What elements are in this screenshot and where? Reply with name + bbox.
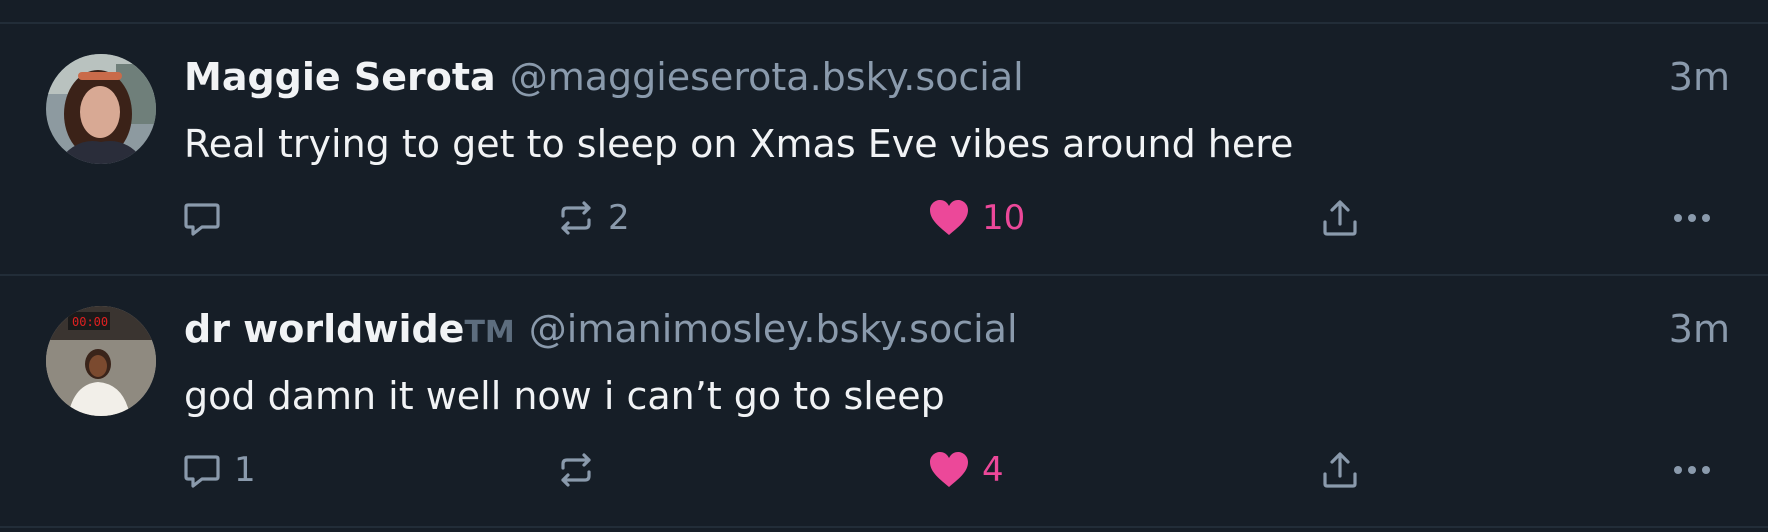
author-handle[interactable]: @imanimosley.bsky.social: [529, 307, 1018, 351]
repost-count: 2: [608, 198, 630, 238]
avatar-photo-icon: 00:00: [46, 306, 156, 416]
like-button[interactable]: 4: [928, 446, 1004, 494]
post-item[interactable]: 00:00 dr worldwideTM @imanimosley.bsky.so…: [0, 276, 1768, 526]
heart-icon: [930, 452, 968, 487]
avatar-photo-icon: [46, 54, 156, 164]
reply-button[interactable]: [182, 194, 234, 242]
post-feed: Maggie Serota @maggieserota.bsky.social 3…: [0, 0, 1768, 532]
more-options-button[interactable]: [1670, 446, 1714, 494]
author-display-name[interactable]: Maggie Serota: [184, 55, 496, 99]
author-name-suffix: TM: [464, 315, 515, 350]
share-upload-icon: [1323, 452, 1357, 488]
post-header: dr worldwideTM @imanimosley.bsky.social: [184, 304, 1018, 354]
speech-bubble-icon: [184, 203, 220, 236]
avatar[interactable]: 00:00: [46, 306, 156, 416]
post-timestamp[interactable]: 3m: [1669, 304, 1730, 354]
ellipsis-icon: [1674, 214, 1710, 222]
svg-text:00:00: 00:00: [72, 315, 108, 329]
feed-divider: [0, 526, 1768, 528]
like-button[interactable]: 10: [928, 194, 1025, 242]
repost-arrows-icon: [561, 453, 591, 487]
like-count: 10: [982, 198, 1026, 238]
author-handle[interactable]: @maggieserota.bsky.social: [510, 55, 1024, 99]
repost-button[interactable]: [556, 446, 608, 494]
share-button[interactable]: [1320, 446, 1360, 494]
reply-count: 1: [234, 450, 256, 490]
repost-arrows-icon: [561, 201, 591, 235]
reply-button[interactable]: 1: [182, 446, 256, 494]
post-item[interactable]: Maggie Serota @maggieserota.bsky.social 3…: [0, 24, 1768, 274]
post-header: Maggie Serota @maggieserota.bsky.social: [184, 52, 1024, 102]
like-count: 4: [982, 450, 1004, 490]
share-button[interactable]: [1320, 194, 1360, 242]
avatar[interactable]: [46, 54, 156, 164]
post-timestamp[interactable]: 3m: [1669, 52, 1730, 102]
speech-bubble-icon: [184, 455, 220, 488]
heart-icon: [930, 200, 968, 235]
share-upload-icon: [1323, 200, 1357, 236]
post-text: Real trying to get to sleep on Xmas Eve …: [184, 122, 1294, 166]
more-options-button[interactable]: [1670, 194, 1714, 242]
post-text: god damn it well now i can’t go to sleep: [184, 374, 945, 418]
author-display-name[interactable]: dr worldwide: [184, 307, 464, 351]
ellipsis-icon: [1674, 466, 1710, 474]
repost-button[interactable]: 2: [556, 194, 630, 242]
